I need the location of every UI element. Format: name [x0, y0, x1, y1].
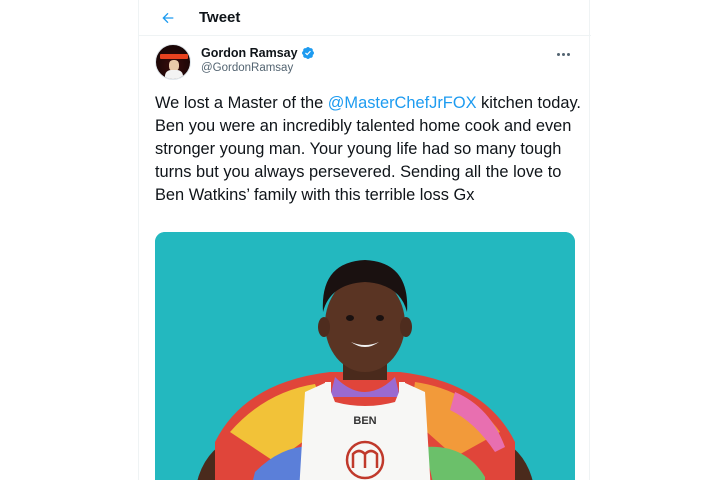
author-names: Gordon Ramsay @GordonRamsay — [201, 46, 315, 74]
back-button[interactable] — [155, 5, 181, 31]
verified-badge-icon — [301, 47, 314, 59]
tweet-author: Gordon Ramsay @GordonRamsay — [155, 44, 575, 84]
arrow-left-icon — [162, 12, 174, 24]
tweet-text-part: We lost a Master of the — [155, 94, 328, 112]
page-title: Tweet — [199, 9, 241, 26]
mention-link[interactable]: @MasterChefJrFOX — [328, 94, 477, 112]
avatar[interactable] — [155, 44, 191, 80]
tweet-header: Tweet — [139, 0, 591, 36]
author-display-name[interactable]: Gordon Ramsay — [201, 46, 298, 60]
tweet-column: Tweet Gordon Ramsay @GordonRamsay We los… — [138, 0, 591, 480]
author-handle[interactable]: @GordonRamsay — [201, 62, 315, 74]
more-button[interactable] — [553, 48, 573, 60]
tweet-photo[interactable]: BEN — [155, 232, 575, 480]
tweet-text: We lost a Master of the @MasterChefJrFOX… — [155, 92, 585, 207]
more-horizontal-icon — [556, 52, 560, 56]
apron-name-label: BEN — [353, 415, 376, 427]
photo-illustration: BEN — [155, 232, 575, 480]
